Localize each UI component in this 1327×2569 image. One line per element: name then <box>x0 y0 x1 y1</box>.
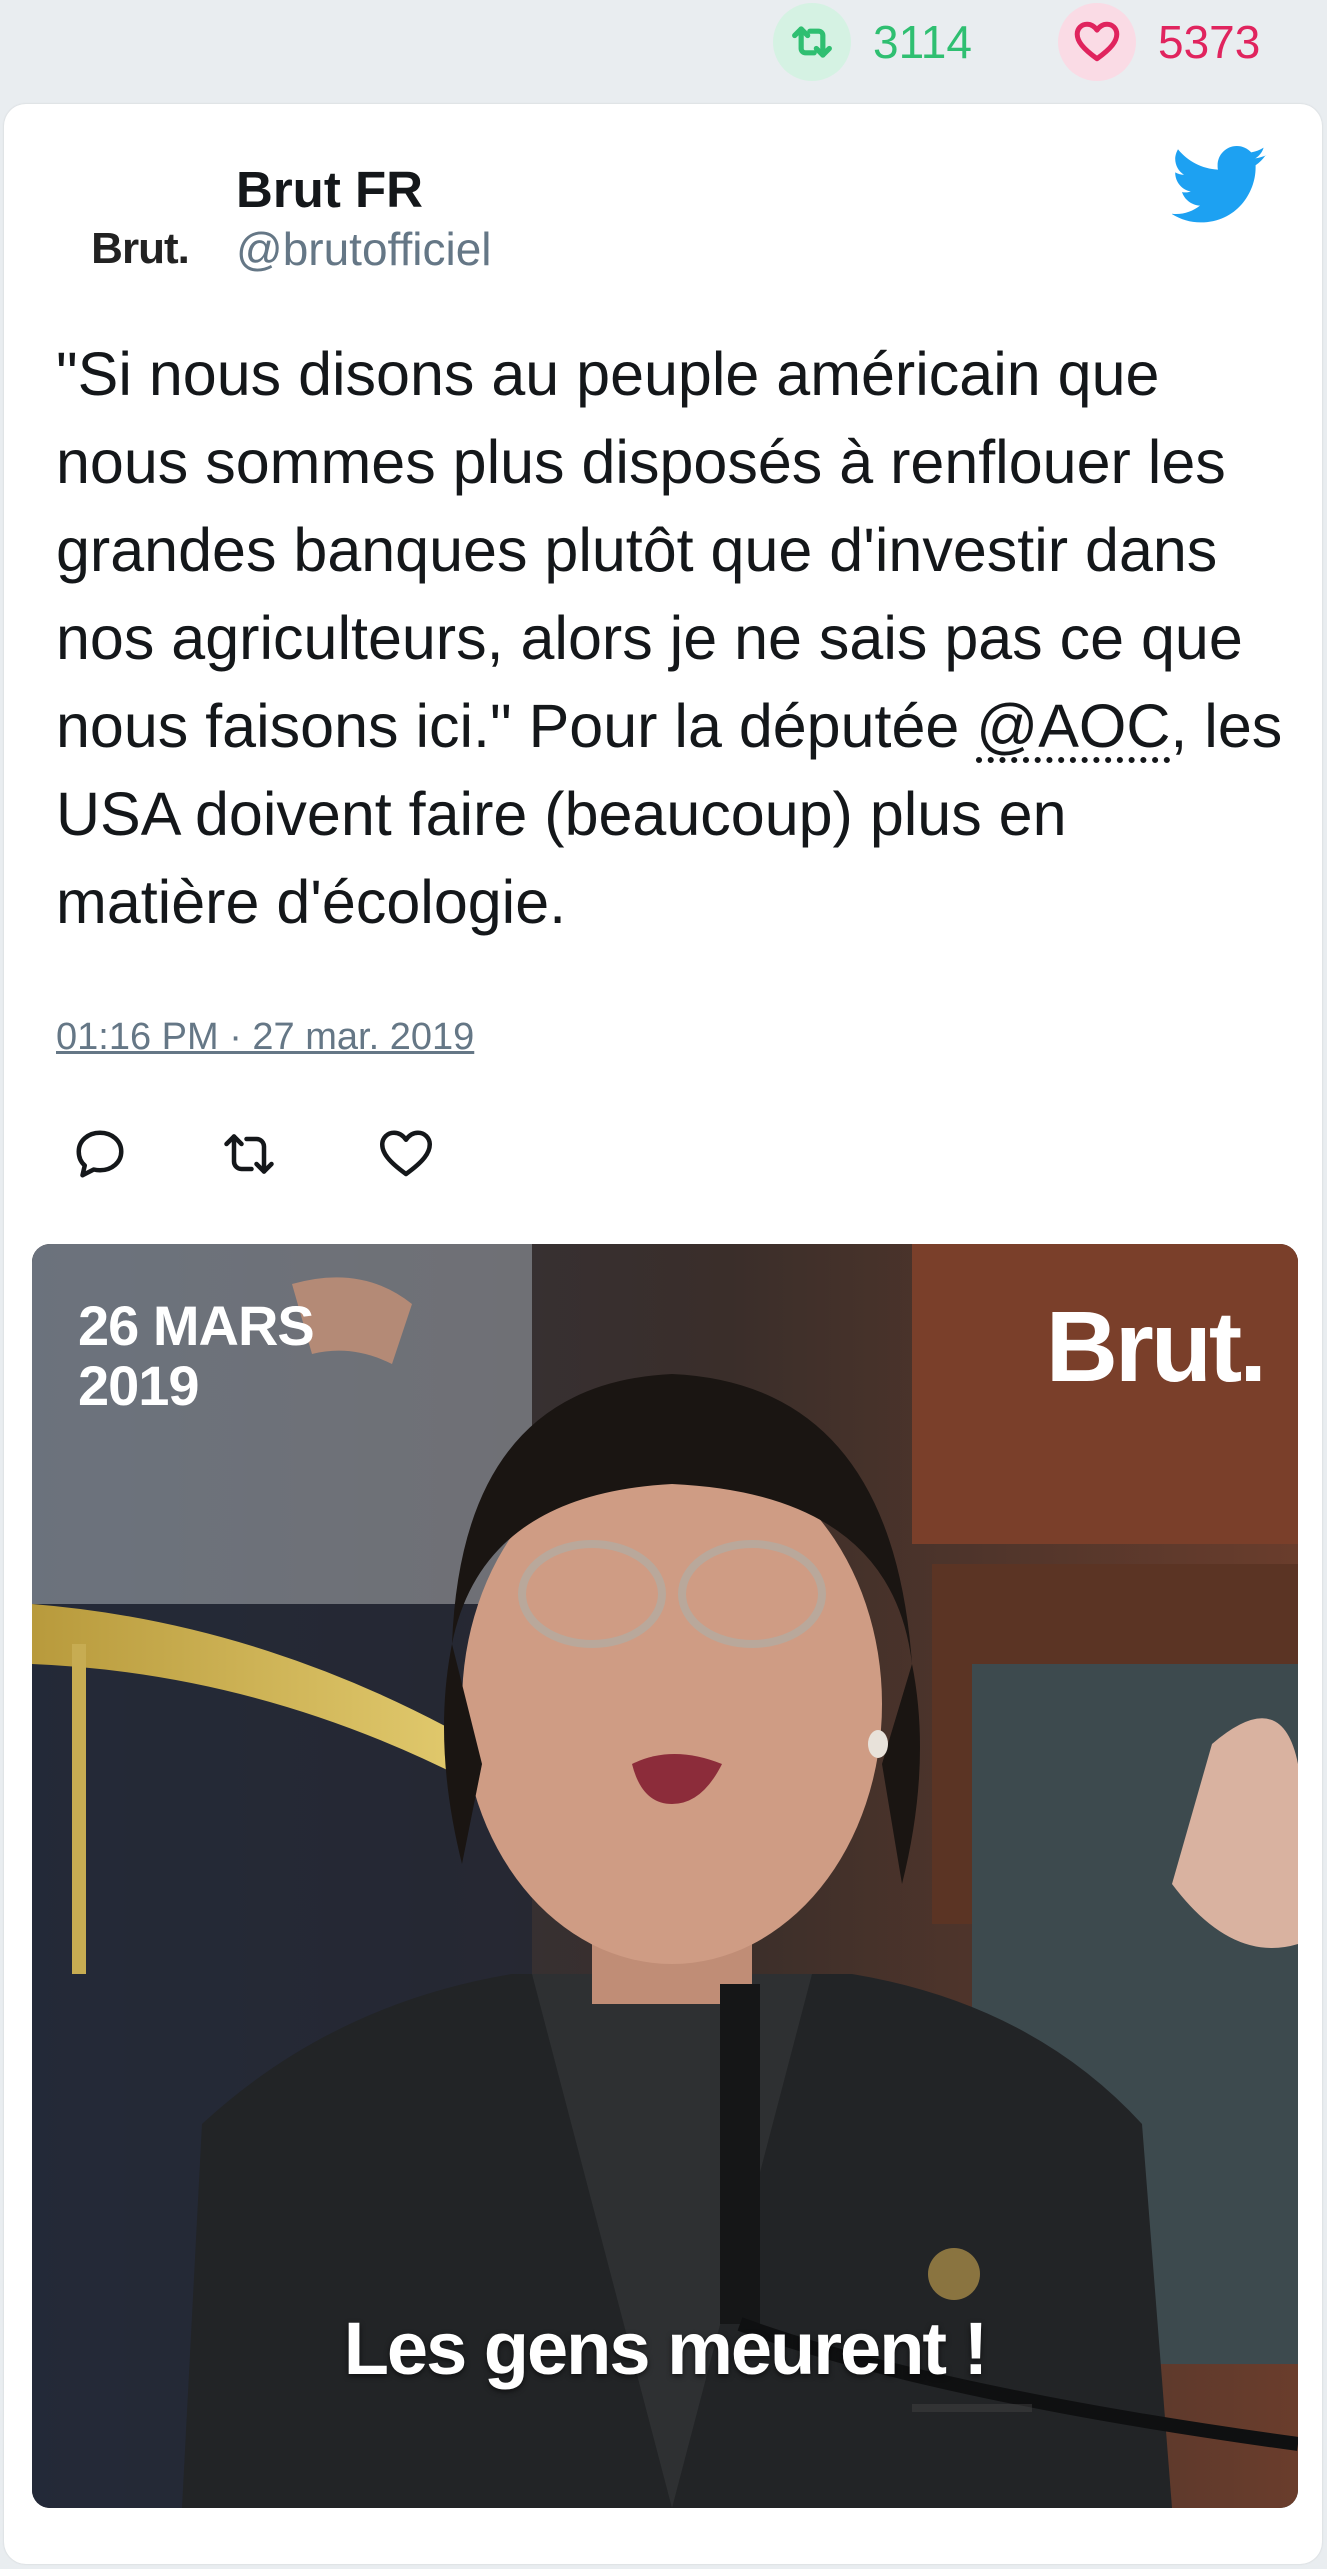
reply-icon[interactable] <box>70 1124 130 1184</box>
author-name[interactable]: Brut FR <box>236 160 423 219</box>
tweet-timestamp[interactable]: 01:16 PM · 27 mar. 2019 <box>56 1016 474 1059</box>
engagement-stats: 3114 5373 <box>0 0 1327 100</box>
video-caption: Les gens meurent ! <box>343 2307 989 2390</box>
retweet-icon <box>773 3 851 81</box>
tweet-text: "Si nous disons au peuple américain que … <box>56 330 1286 946</box>
video-brand-overlay: Brut. <box>1045 1291 1267 1403</box>
like-icon[interactable] <box>376 1124 436 1184</box>
video-date-line: 26 MARS <box>78 1294 315 1357</box>
avatar[interactable]: Brut. <box>60 194 220 304</box>
like-count[interactable]: 5373 <box>1058 3 1261 81</box>
author-handle[interactable]: @brutofficiel <box>236 222 492 276</box>
tweet-card: Brut. Brut FR @brutofficiel "Si nous dis… <box>4 104 1322 2564</box>
heart-icon <box>1058 3 1136 81</box>
retweet-count-value: 3114 <box>873 16 972 68</box>
retweet-icon[interactable] <box>219 1124 279 1184</box>
tweet-video[interactable]: 26 MARS 2019 Brut. Les gens meurent ! <box>32 1244 1298 2508</box>
twitter-bird-icon[interactable] <box>1172 146 1268 226</box>
like-count-value: 5373 <box>1158 16 1261 68</box>
video-date-overlay: 26 MARS 2019 <box>78 1294 315 1417</box>
video-date-line: 2019 <box>78 1354 200 1417</box>
mention-link[interactable]: @AOC <box>976 692 1170 760</box>
retweet-count[interactable]: 3114 <box>773 3 972 81</box>
